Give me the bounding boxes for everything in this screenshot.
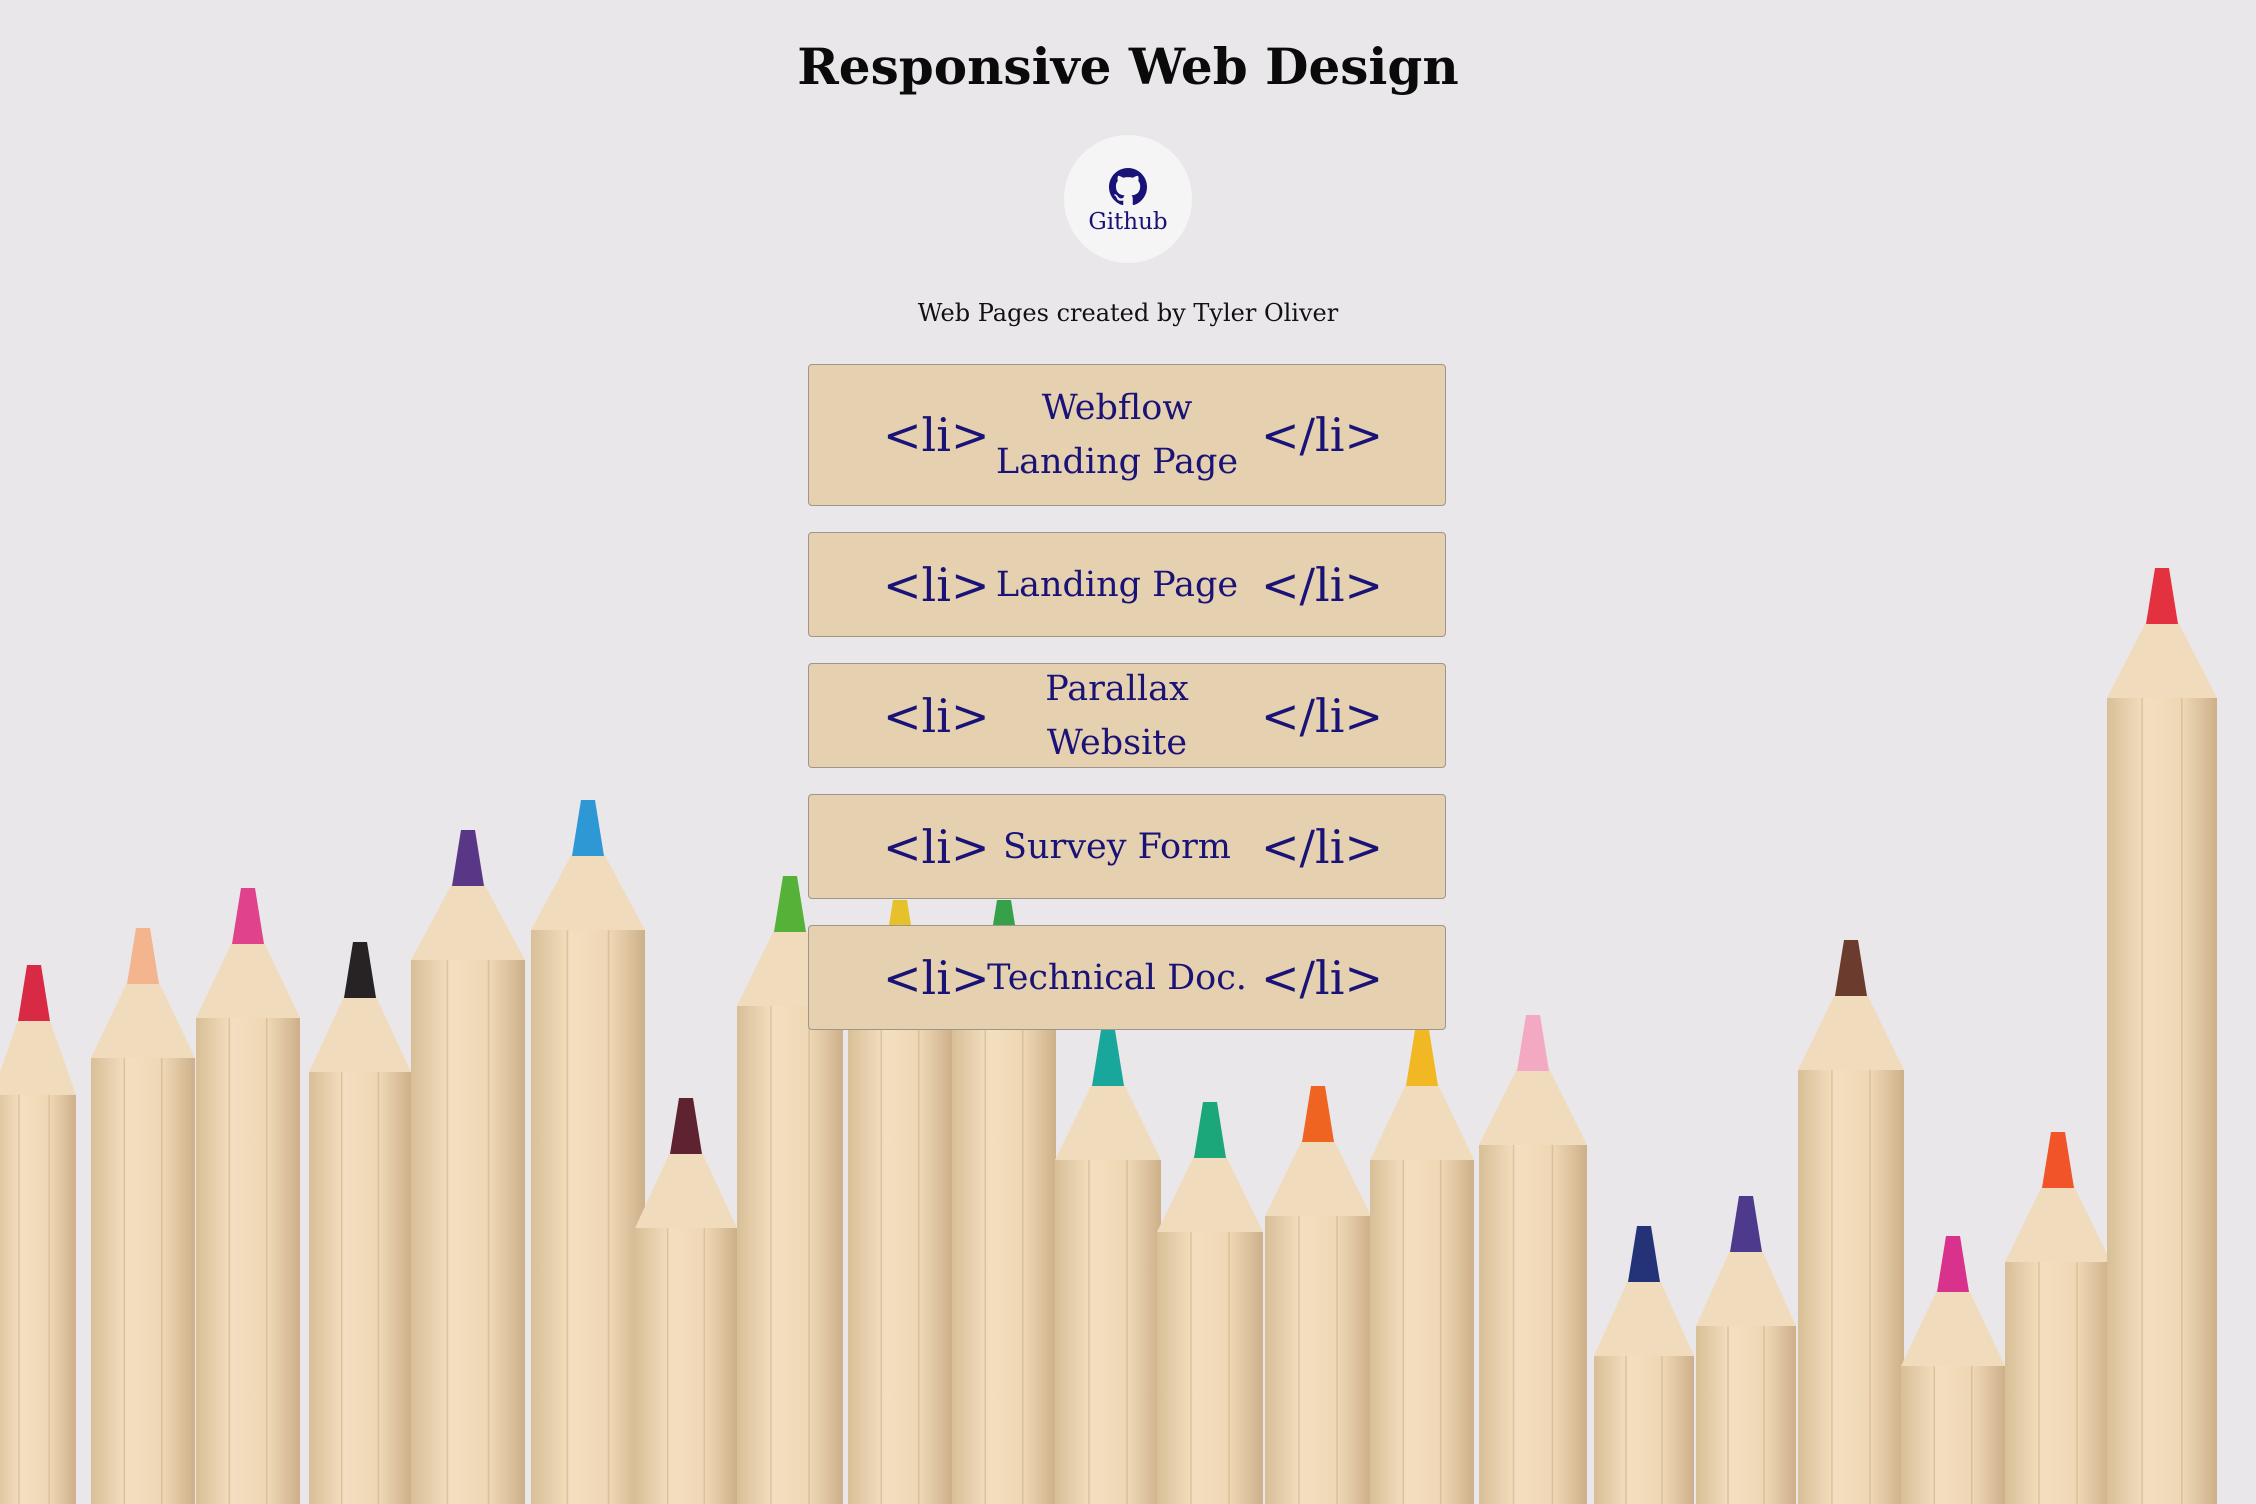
project-label: Survey Form bbox=[1003, 826, 1231, 867]
project-list: <li> Webflow Landing Page </li> <li> Lan… bbox=[808, 364, 1448, 1056]
li-open-tag: <li> bbox=[883, 408, 990, 462]
project-label: Parallax Website bbox=[1045, 668, 1189, 763]
li-close-tag: </li> bbox=[1261, 408, 1384, 462]
li-close-tag: </li> bbox=[1261, 819, 1384, 874]
li-close-tag: </li> bbox=[1261, 950, 1384, 1005]
github-icon bbox=[1109, 168, 1147, 206]
project-link-survey-form[interactable]: <li> Survey Form </li> bbox=[808, 794, 1446, 899]
project-link-technical-doc[interactable]: <li> Technical Doc. </li> bbox=[808, 925, 1446, 1030]
project-label: Technical Doc. bbox=[987, 957, 1247, 998]
github-label: Github bbox=[1088, 209, 1168, 235]
li-open-tag: <li> bbox=[883, 688, 990, 743]
li-open-tag: <li> bbox=[883, 557, 990, 612]
project-label: Landing Page bbox=[995, 564, 1239, 605]
li-open-tag: <li> bbox=[883, 950, 990, 1005]
li-close-tag: </li> bbox=[1261, 557, 1384, 612]
github-link-button[interactable]: Github bbox=[1064, 135, 1192, 263]
credit-text: Web Pages created by Tyler Oliver bbox=[917, 299, 1339, 327]
project-link-webflow-landing-page[interactable]: <li> Webflow Landing Page </li> bbox=[808, 364, 1446, 506]
li-close-tag: </li> bbox=[1261, 688, 1384, 743]
project-link-landing-page[interactable]: <li> Landing Page </li> bbox=[808, 532, 1446, 637]
project-link-parallax-website[interactable]: <li> Parallax Website </li> bbox=[808, 663, 1446, 768]
li-open-tag: <li> bbox=[883, 819, 990, 874]
page-title: Responsive Web Design bbox=[797, 37, 1459, 96]
project-label: Webflow Landing Page bbox=[995, 388, 1239, 482]
